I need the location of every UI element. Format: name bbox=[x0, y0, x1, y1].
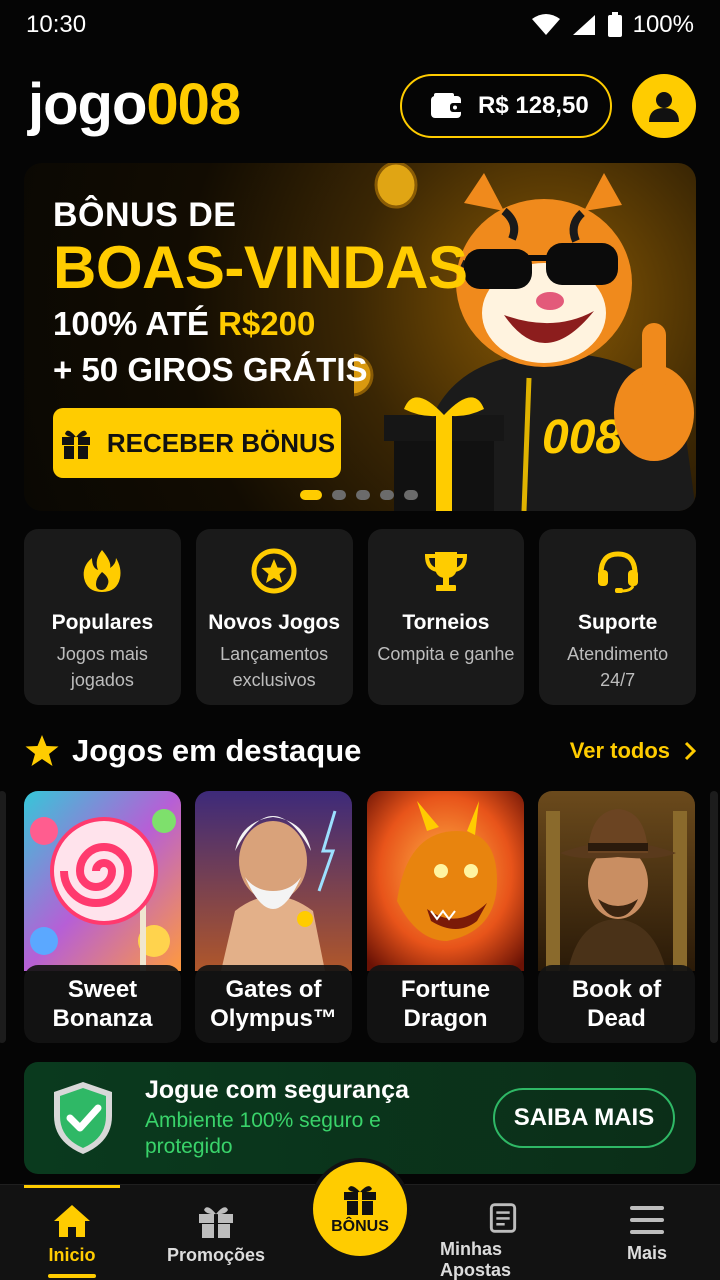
carousel-dot[interactable] bbox=[332, 490, 346, 500]
category-title: Torneios bbox=[402, 611, 490, 634]
game-card-book-of-dead[interactable]: Book of Dead bbox=[538, 791, 695, 1043]
learn-more-button[interactable]: SAIBA MAIS bbox=[493, 1088, 675, 1148]
bonus-fab-label: BÔNUS bbox=[331, 1218, 389, 1235]
wifi-icon bbox=[531, 14, 560, 35]
carousel-dot[interactable] bbox=[356, 490, 370, 500]
banner-headline: BOAS-VINDAS bbox=[53, 234, 468, 301]
nav-label: Mais bbox=[626, 1243, 668, 1263]
home-active-underline bbox=[48, 1274, 96, 1278]
category-subtitle: Jogos mais jogados bbox=[56, 644, 148, 690]
logo-text-accent: 008 bbox=[146, 72, 241, 137]
game-title: Book of Dead bbox=[538, 965, 695, 1043]
hoodie-number: 008 bbox=[542, 411, 622, 464]
category-title: Populares bbox=[51, 611, 154, 634]
star-badge-icon bbox=[250, 547, 298, 595]
see-all-link[interactable]: Ver todos bbox=[570, 738, 696, 764]
featured-games-carousel: Sweet Bonanza Gates of Olympus™ Fortune … bbox=[0, 791, 720, 1043]
wallet-icon bbox=[431, 93, 463, 118]
wallet-balance-button[interactable]: R$ 128,50 bbox=[400, 74, 612, 138]
game-title: Gates of Olympus™ bbox=[195, 965, 352, 1043]
status-bar: 10:30 100% bbox=[0, 0, 720, 50]
security-title: Jogue com segurança bbox=[145, 1076, 409, 1104]
book-of-dead-thumbnail bbox=[538, 791, 695, 971]
gift-icon bbox=[61, 430, 90, 459]
featured-title: Jogos em destaque bbox=[24, 733, 361, 769]
game-title: Fortune Dragon bbox=[367, 965, 524, 1043]
banner-offer-prefix: 100% ATÉ bbox=[53, 305, 219, 342]
category-title: Novos Jogos bbox=[208, 611, 341, 634]
banner-line-4: + 50 GIROS GRÁTIS bbox=[53, 351, 368, 388]
status-time: 10:30 bbox=[26, 11, 87, 38]
balance-amount: R$ 128,50 bbox=[478, 92, 589, 119]
app-logo[interactable]: jogo008 bbox=[28, 70, 241, 140]
category-card-popular[interactable]: Populares Jogos mais jogados bbox=[24, 529, 181, 705]
carousel-dot[interactable] bbox=[404, 490, 418, 500]
sweet-bonanza-thumbnail bbox=[24, 791, 181, 971]
category-card-support[interactable]: Suporte Atendimento 24/7 bbox=[539, 529, 696, 705]
chevron-right-icon bbox=[684, 741, 696, 761]
welcome-bonus-banner[interactable]: 008 BÔNUS DE BOAS-VINDAS 100% ATÉ R$200 … bbox=[24, 163, 696, 511]
bonus-fab-button[interactable]: BÔNUS bbox=[313, 1162, 407, 1256]
nav-label: Inicio bbox=[48, 1245, 96, 1265]
previous-game-peek bbox=[0, 791, 6, 1043]
headset-icon bbox=[594, 547, 642, 595]
banner-line-1: BÔNUS DE bbox=[53, 196, 237, 234]
game-card-sweet-bonanza[interactable]: Sweet Bonanza bbox=[24, 791, 181, 1043]
nav-label: Minhas Apostas bbox=[440, 1239, 512, 1280]
shield-check-icon bbox=[54, 1082, 112, 1154]
gift-icon bbox=[344, 1186, 376, 1215]
battery-icon bbox=[607, 12, 622, 37]
receive-bonus-label: RECEBER BÖNUS bbox=[106, 427, 336, 458]
banner-line-3: 100% ATÉ R$200 bbox=[53, 301, 468, 347]
app-header: jogo008 R$ 128,50 bbox=[0, 66, 720, 146]
nav-label: Promoções bbox=[166, 1245, 266, 1265]
nav-item-my-bets[interactable]: Minhas Apostas bbox=[440, 1185, 566, 1280]
featured-section-header: Jogos em destaque Ver todos bbox=[24, 728, 696, 774]
nav-item-home[interactable]: Inicio bbox=[24, 1185, 120, 1280]
game-card-gates-of-olympus[interactable]: Gates of Olympus™ bbox=[195, 791, 352, 1043]
user-icon bbox=[649, 92, 679, 122]
status-indicators: 100% bbox=[531, 11, 694, 39]
gift-icon bbox=[199, 1207, 233, 1238]
nav-item-more[interactable]: Mais bbox=[607, 1185, 687, 1280]
profile-button[interactable] bbox=[632, 74, 696, 138]
bet-slip-icon bbox=[489, 1203, 517, 1233]
security-info-card: Jogue com segurança Ambiente 100% seguro… bbox=[24, 1062, 696, 1174]
game-card-fortune-dragon[interactable]: Fortune Dragon bbox=[367, 791, 524, 1043]
banner-copy: BÔNUS DE BOAS-VINDAS 100% ATÉ R$200 + 50… bbox=[53, 195, 468, 393]
fortune-dragon-thumbnail bbox=[367, 791, 524, 971]
flame-icon bbox=[78, 547, 126, 595]
category-shortcuts: Populares Jogos mais jogados Novos Jogos… bbox=[24, 529, 696, 705]
carousel-dot[interactable] bbox=[380, 490, 394, 500]
menu-icon bbox=[630, 1206, 664, 1234]
see-all-label: Ver todos bbox=[569, 738, 670, 763]
category-subtitle: Lançamentos exclusivos bbox=[220, 644, 329, 690]
carousel-indicator bbox=[300, 490, 418, 500]
battery-level: 100% bbox=[632, 11, 694, 38]
signal-icon bbox=[572, 15, 595, 35]
game-title: Sweet Bonanza bbox=[24, 965, 181, 1043]
category-card-new-games[interactable]: Novos Jogos Lançamentos exclusivos bbox=[195, 529, 353, 705]
category-card-tournaments[interactable]: Torneios Compita e ganhe bbox=[367, 529, 525, 705]
category-title: Suporte bbox=[577, 611, 658, 634]
category-subtitle: Compita e ganhe bbox=[377, 644, 515, 664]
receive-bonus-button[interactable]: RECEBER BÖNUS bbox=[53, 408, 341, 478]
logo-text-main: jogo bbox=[28, 72, 147, 137]
gates-of-olympus-thumbnail bbox=[195, 791, 352, 971]
nav-item-promotions[interactable]: Promoções bbox=[166, 1185, 266, 1280]
star-icon bbox=[25, 735, 59, 766]
trophy-icon bbox=[422, 547, 470, 595]
category-subtitle: Atendimento 24/7 bbox=[567, 644, 669, 690]
banner-offer-amount: R$200 bbox=[218, 305, 316, 342]
carousel-dot[interactable] bbox=[300, 490, 322, 500]
featured-title-text: Jogos em destaque bbox=[72, 733, 362, 768]
home-icon bbox=[54, 1205, 90, 1237]
next-game-peek bbox=[710, 791, 718, 1043]
security-subtitle: Ambiente 100% seguro e protegido bbox=[145, 1109, 381, 1158]
